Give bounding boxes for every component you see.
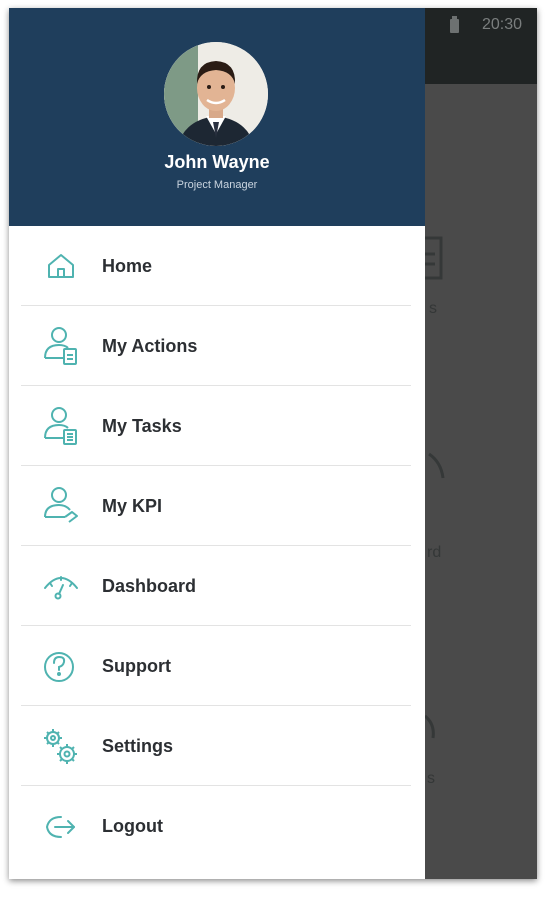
menu-item-my-actions[interactable]: My Actions [21,306,411,386]
user-name: John Wayne [164,152,270,172]
battery-icon [450,16,459,33]
menu-item-support[interactable]: Support [21,626,411,706]
menu-item-settings[interactable]: Settings [21,706,411,786]
menu-label: My KPI [102,496,163,516]
background-gears-icon [424,708,441,753]
background-label: s [429,300,437,317]
background-gauge-icon [427,452,447,487]
menu-item-logout[interactable]: Logout [21,786,411,866]
menu-item-my-tasks[interactable]: My Tasks [21,386,411,466]
menu-label: Dashboard [102,576,197,596]
user-chart-icon [39,484,83,528]
menu-label: Home [102,256,153,276]
status-time: 20:30 [481,16,522,33]
navigation-drawer: John Wayne Project Manager Home My Actio… [9,8,425,879]
drawer-menu: Home My Actions My Tasks My KPI Dashboar… [9,226,425,866]
logout-icon [39,804,83,848]
question-icon [39,644,83,688]
menu-label: Logout [102,816,163,836]
user-role: Project Manager [176,179,258,191]
menu-item-home[interactable]: Home [21,226,411,306]
avatar[interactable] [164,42,268,146]
menu-label: My Tasks [102,416,182,436]
phone-screen: 20:30 s rd s John Wayne Project Manager … [9,8,537,879]
menu-label: Settings [102,736,174,756]
drawer-header: John Wayne Project Manager [9,8,425,226]
gauge-icon [39,564,83,608]
background-label: s [427,770,435,787]
menu-label: My Actions [102,336,198,356]
home-icon [39,244,83,288]
gears-icon [39,724,83,768]
user-clipboard-icon [39,324,83,368]
menu-item-dashboard[interactable]: Dashboard [21,546,411,626]
background-label: rd [427,544,442,561]
user-list-icon [39,404,83,448]
menu-item-my-kpi[interactable]: My KPI [21,466,411,546]
menu-label: Support [102,656,171,676]
